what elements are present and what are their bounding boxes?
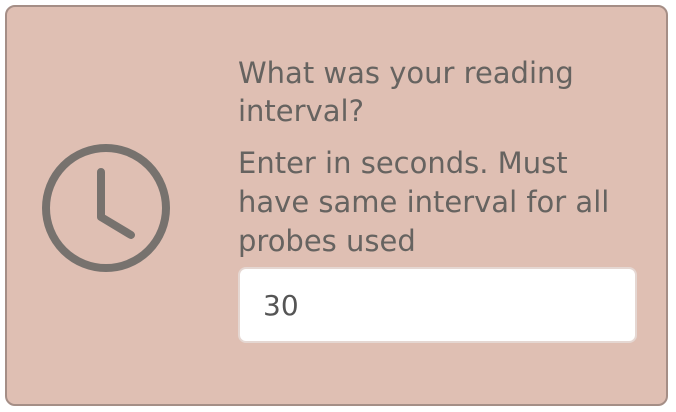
question-block: What was your reading interval? Enter in…: [238, 54, 638, 261]
clock-icon: [42, 144, 170, 272]
reading-interval-input[interactable]: [238, 267, 637, 343]
reading-interval-card: What was your reading interval? Enter in…: [5, 5, 668, 406]
interval-hint: Enter in seconds. Must have same interva…: [238, 146, 610, 258]
question-label: What was your reading interval?: [238, 56, 574, 128]
